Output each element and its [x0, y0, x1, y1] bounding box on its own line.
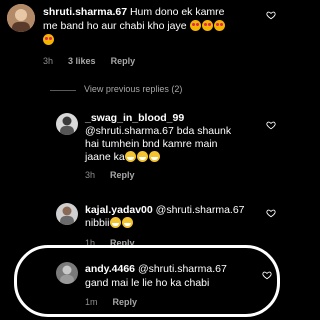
avatar[interactable]	[7, 4, 35, 32]
comment-text-line3	[43, 34, 55, 47]
comment-text: kajal.yadav00 @shruti.sharma.67	[85, 204, 245, 217]
comment-meta: 3h 3 likes Reply	[43, 56, 135, 66]
comment-body: @shruti.sharma.67 bda shaunk	[85, 125, 232, 137]
comment-text-line2: me band ho aur chabi kho jaye	[43, 20, 226, 33]
comment-username[interactable]: shruti.sharma.67	[43, 6, 127, 18]
comment-body: nibbii	[85, 217, 110, 229]
grinning-emoji	[109, 217, 121, 228]
avatar[interactable]	[56, 203, 78, 225]
replies-divider	[50, 90, 76, 91]
heart-eyes-emoji	[201, 20, 213, 31]
avatar-image	[56, 203, 78, 225]
highlight-circle-annotation	[14, 245, 280, 317]
heart-eyes-emoji	[213, 20, 225, 31]
comment-time: 3h	[43, 56, 54, 66]
comment-body: hai tumhein bnd kamre main	[85, 138, 218, 150]
comment-time: 3h	[85, 170, 96, 180]
comment-username[interactable]: kajal.yadav00	[85, 204, 153, 216]
comment-username[interactable]: _swag_in_blood_99	[85, 112, 184, 125]
comment-body-line2: nibbii	[85, 217, 134, 230]
reply-button[interactable]: Reply	[110, 170, 135, 180]
comment-text: shruti.sharma.67 Hum dono ek kamre	[43, 6, 225, 19]
comment-body: me band ho aur chabi kho jaye	[43, 20, 187, 32]
view-previous-replies[interactable]: View previous replies (2)	[84, 84, 182, 94]
comment-body: jaane ka	[85, 151, 125, 163]
heart-outline-icon[interactable]	[266, 120, 276, 130]
grinning-emoji	[121, 217, 133, 228]
heart-eyes-emoji	[43, 34, 54, 45]
comment-meta: 3h Reply	[85, 170, 135, 180]
avatar[interactable]	[56, 113, 78, 135]
reply-button[interactable]: Reply	[111, 56, 136, 66]
grinning-emoji	[148, 151, 160, 162]
avatar-image	[7, 4, 35, 32]
avatar-image	[56, 113, 78, 135]
heart-outline-icon[interactable]	[266, 10, 276, 20]
heart-outline-icon[interactable]	[266, 208, 276, 218]
comment-body: @shruti.sharma.67	[155, 204, 245, 216]
grinning-emoji	[124, 151, 136, 162]
likes-count[interactable]: 3 likes	[68, 56, 96, 66]
heart-eyes-emoji	[189, 20, 201, 31]
comment-body: Hum dono ek kamre	[129, 6, 225, 18]
grinning-emoji	[136, 151, 148, 162]
comment-body-line3: jaane ka	[85, 151, 161, 164]
